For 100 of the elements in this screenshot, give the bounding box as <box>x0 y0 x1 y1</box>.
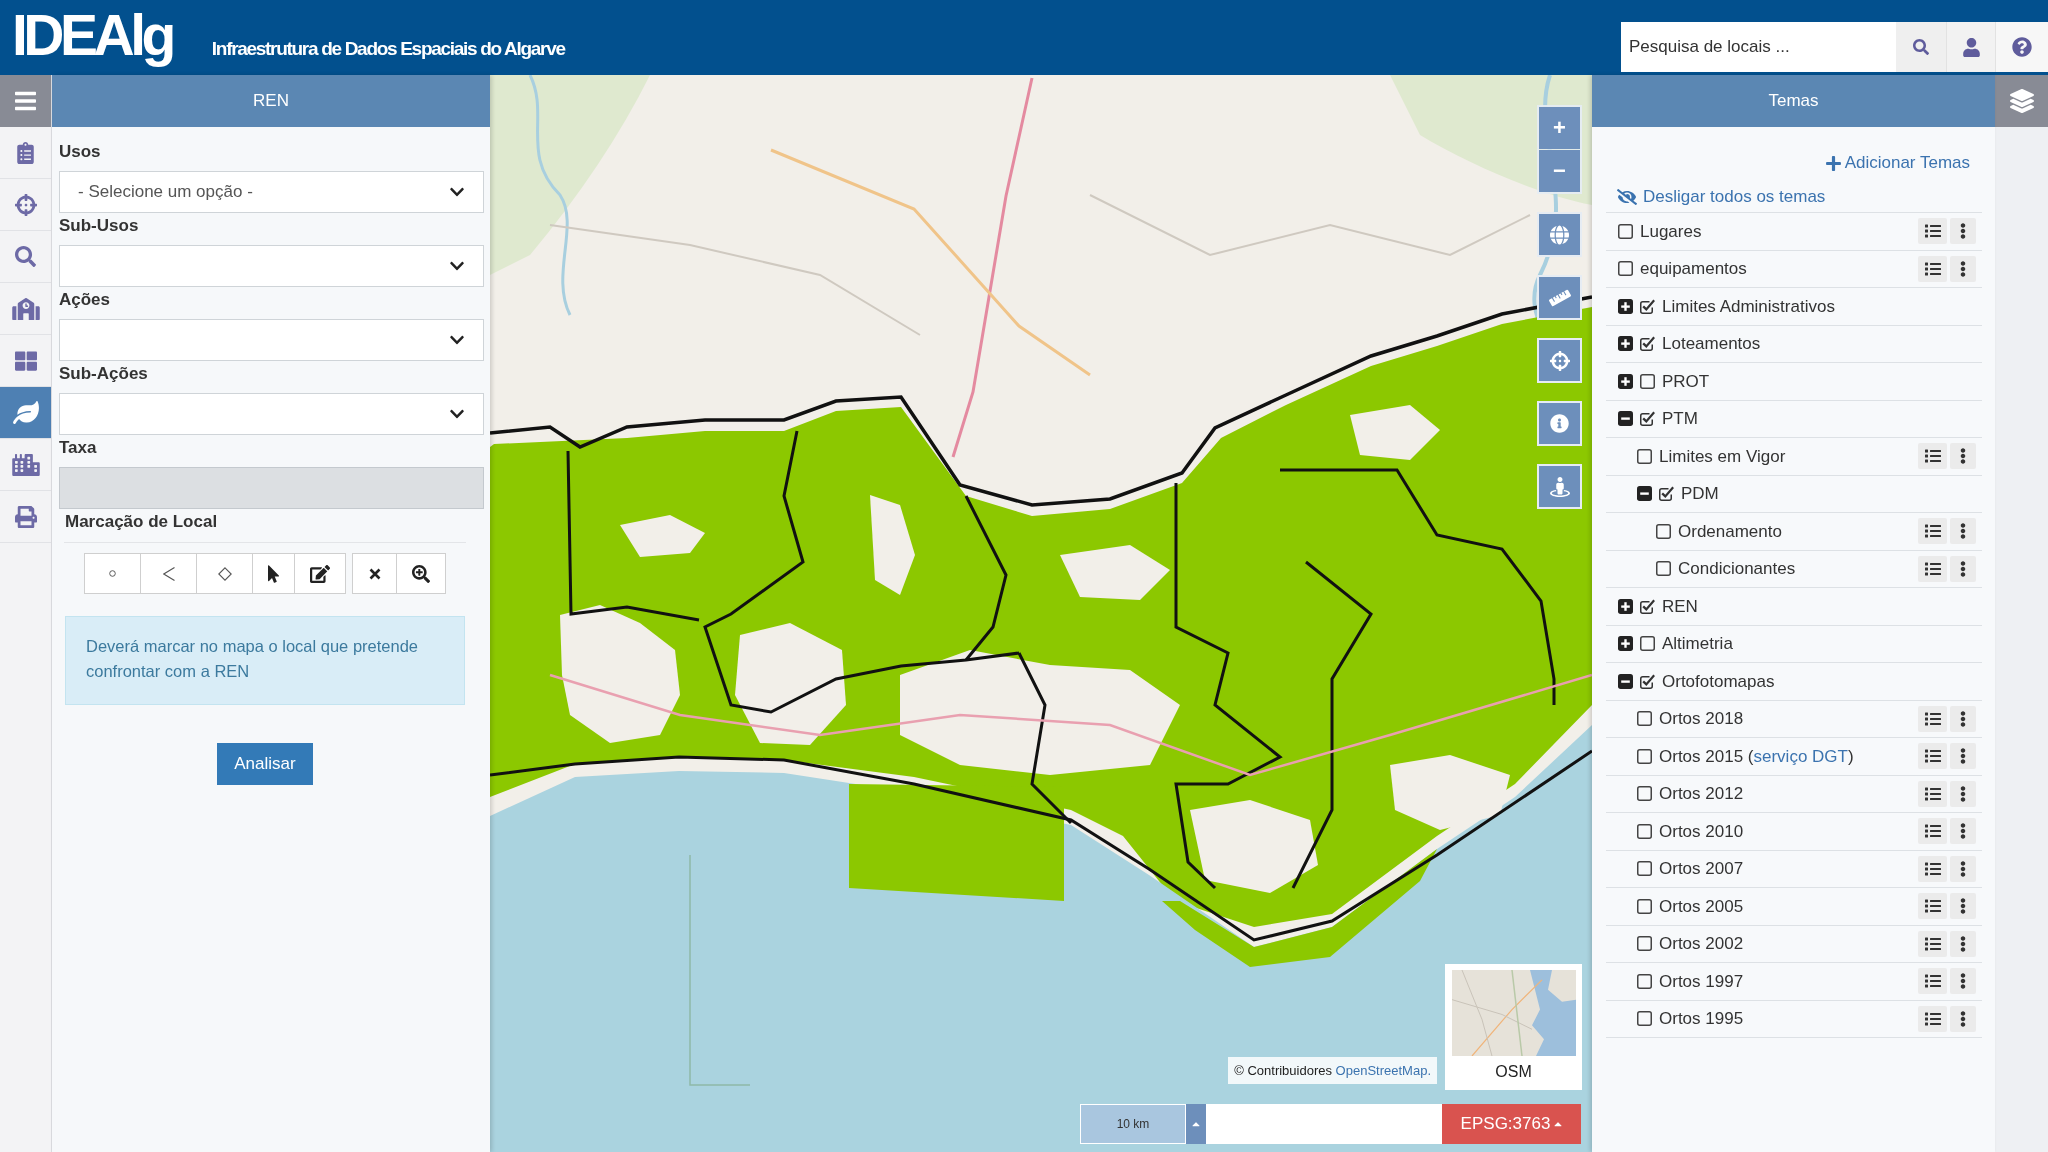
plus-square-icon[interactable] <box>1618 298 1633 314</box>
legend-button[interactable] <box>1918 1005 1947 1032</box>
service-link[interactable]: serviço DGT <box>1753 746 1848 766</box>
more-button[interactable] <box>1950 893 1976 920</box>
checkbox[interactable] <box>1640 598 1655 614</box>
checkbox[interactable] <box>1637 711 1652 727</box>
dropdown-field[interactable] <box>59 393 484 435</box>
legend-button[interactable] <box>1918 218 1947 245</box>
more-button[interactable] <box>1950 968 1976 995</box>
globe-button[interactable] <box>1537 212 1582 257</box>
more-button[interactable] <box>1950 518 1976 545</box>
zoom-tool-button[interactable] <box>396 553 446 594</box>
add-themes-link[interactable]: Adicionar Temas <box>1825 151 1970 175</box>
checkbox[interactable] <box>1637 823 1652 839</box>
plus-square-icon[interactable] <box>1618 598 1633 614</box>
legend-button[interactable] <box>1918 555 1947 582</box>
eye-slash-icon <box>1617 189 1637 205</box>
more-button[interactable] <box>1950 818 1976 845</box>
more-button[interactable] <box>1950 930 1976 957</box>
dots-vertical-icon <box>1960 860 1966 877</box>
dropdown-field[interactable]: - Selecione um opção - <box>59 171 484 213</box>
more-button[interactable] <box>1950 1005 1976 1032</box>
legend-button[interactable] <box>1918 780 1947 807</box>
more-button[interactable] <box>1950 255 1976 282</box>
help-button[interactable] <box>1995 22 2048 72</box>
scale-toggle-button[interactable] <box>1186 1104 1206 1144</box>
osm-link[interactable]: OpenStreetMap. <box>1335 1062 1431 1078</box>
legend-button[interactable] <box>1918 518 1947 545</box>
analyze-button[interactable]: Analisar <box>217 743 313 785</box>
checkbox[interactable] <box>1637 748 1652 764</box>
checkbox[interactable] <box>1618 261 1633 277</box>
coordinates-field[interactable] <box>1206 1104 1442 1144</box>
checkbox[interactable] <box>1637 936 1652 952</box>
minus-square-icon[interactable] <box>1618 673 1633 689</box>
minus-square-icon[interactable] <box>1637 486 1652 502</box>
checkbox[interactable] <box>1640 673 1655 689</box>
plus-square-icon[interactable] <box>1618 636 1633 652</box>
search-button[interactable] <box>1896 22 1946 72</box>
checkbox[interactable] <box>1637 1011 1652 1027</box>
list-icon <box>1924 1010 1941 1027</box>
dropdown-field[interactable] <box>59 245 484 287</box>
more-button[interactable] <box>1950 218 1976 245</box>
menu-button[interactable] <box>0 75 51 127</box>
hide-all-themes-link[interactable]: Desligar todos os temas <box>1617 185 1826 209</box>
legend-button[interactable] <box>1918 818 1947 845</box>
locate-button[interactable] <box>1537 338 1582 383</box>
checkbox[interactable] <box>1656 561 1671 577</box>
checkbox[interactable] <box>1637 448 1652 464</box>
more-button[interactable] <box>1950 743 1976 770</box>
checkbox[interactable] <box>1637 861 1652 877</box>
more-button[interactable] <box>1950 443 1976 470</box>
layer-label: Ortos 1997 <box>1659 970 1744 993</box>
dropdown-field[interactable] <box>59 319 484 361</box>
dots-vertical-icon <box>1960 710 1966 727</box>
more-button[interactable] <box>1950 780 1976 807</box>
group-label: Limites Administrativos <box>1662 295 1835 318</box>
legend-button[interactable] <box>1918 855 1947 882</box>
sidebar-button[interactable] <box>0 387 51 439</box>
checkbox[interactable] <box>1659 486 1674 502</box>
legend-button[interactable] <box>1918 930 1947 957</box>
edit-tool-button[interactable] <box>294 553 346 594</box>
layers-icon <box>2009 89 2034 113</box>
panel-header: REN <box>52 75 490 127</box>
legend-button[interactable] <box>1918 968 1947 995</box>
legend-button[interactable] <box>1918 893 1947 920</box>
user-button[interactable] <box>1946 22 1995 72</box>
basemap-button[interactable]: OSM <box>1445 964 1582 1090</box>
checkbox[interactable] <box>1637 786 1652 802</box>
info-button[interactable] <box>1537 401 1582 446</box>
person-pin-icon <box>1549 476 1570 497</box>
street-view-button[interactable] <box>1537 464 1582 509</box>
layers-button[interactable] <box>1995 75 2048 127</box>
search-field[interactable]: Pesquisa de locais ... <box>1621 22 1896 72</box>
legend-button[interactable] <box>1918 743 1947 770</box>
checkbox[interactable] <box>1637 898 1652 914</box>
select-tool-button[interactable] <box>252 553 295 594</box>
checkbox[interactable] <box>1640 298 1655 314</box>
more-button[interactable] <box>1950 705 1976 732</box>
legend-button[interactable] <box>1918 705 1947 732</box>
checkbox[interactable] <box>1640 636 1655 652</box>
checkbox[interactable] <box>1637 973 1652 989</box>
minus-square-icon[interactable] <box>1618 411 1633 427</box>
plus-square-icon[interactable] <box>1618 373 1633 389</box>
legend-button[interactable] <box>1918 443 1947 470</box>
checkbox[interactable] <box>1640 336 1655 352</box>
checkbox[interactable] <box>1640 411 1655 427</box>
group-label: PDM <box>1681 483 1719 505</box>
plus-square-icon[interactable] <box>1618 336 1633 352</box>
zoom-in-button[interactable]: + <box>1539 107 1580 149</box>
form-label: Sub-Usos <box>59 216 139 236</box>
checkbox[interactable] <box>1618 223 1633 239</box>
delete-tool-button[interactable] <box>352 553 397 594</box>
measure-button[interactable] <box>1537 275 1582 320</box>
checkbox[interactable] <box>1640 373 1655 389</box>
legend-button[interactable] <box>1918 255 1947 282</box>
checkbox[interactable] <box>1656 523 1671 539</box>
zoom-out-button[interactable]: − <box>1539 150 1580 192</box>
projection-button[interactable]: EPSG:3763 <box>1442 1104 1581 1144</box>
more-button[interactable] <box>1950 855 1976 882</box>
more-button[interactable] <box>1950 555 1976 582</box>
